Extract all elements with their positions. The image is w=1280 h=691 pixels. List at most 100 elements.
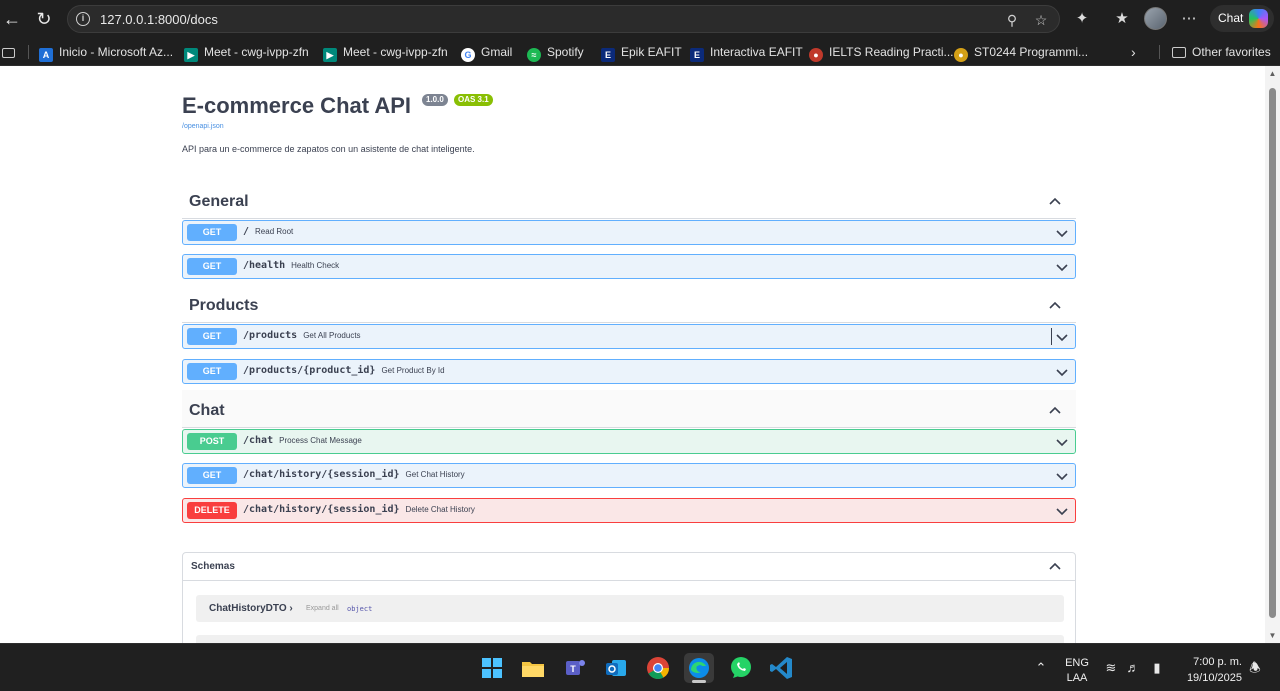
volume-icon[interactable]: ♬	[1125, 660, 1141, 676]
path-text: /products/{product_id}	[243, 365, 376, 376]
site-info-icon[interactable]: i	[76, 12, 90, 26]
url-text[interactable]: 127.0.0.1:8000/docs	[100, 12, 218, 27]
scroll-thumb[interactable]	[1269, 88, 1276, 618]
copilot-chat-button[interactable]: Chat	[1210, 5, 1274, 32]
operation-get-product-by-id[interactable]: GET /products/{product_id} Get Product By…	[182, 359, 1076, 384]
chevron-down-icon[interactable]	[1055, 226, 1069, 240]
operation-get-products[interactable]: GET /products Get All Products	[182, 324, 1076, 349]
tag-name: Products	[189, 297, 259, 314]
bookmark-meet-1[interactable]: ▶ Meet - cwg-ivpp-zfn	[184, 43, 309, 62]
tray-overflow-chevron-icon[interactable]: ⌃	[1033, 660, 1049, 676]
outlook-icon[interactable]	[601, 653, 631, 683]
schema-row[interactable]: ChatHistoryDTO › Expand all object	[196, 595, 1064, 622]
operation-summary: Get All Products	[303, 331, 361, 340]
openapi-json-link[interactable]: /openapi.json	[182, 123, 224, 130]
path-text: /chat	[243, 435, 274, 446]
chevron-down-icon[interactable]	[1055, 435, 1069, 449]
operation-summary: Get Product By Id	[381, 366, 445, 375]
azure-icon: A	[39, 48, 53, 62]
tag-general[interactable]: General	[182, 181, 1076, 219]
operation-get-root[interactable]: GET / Read Root	[182, 220, 1076, 245]
bookmark-ielts[interactable]: ● IELTS Reading Practi...	[809, 43, 954, 62]
refresh-button[interactable]: ↻	[32, 7, 56, 31]
bookmark-separator	[1159, 45, 1160, 59]
divider	[1051, 328, 1052, 345]
address-bar[interactable]: i 127.0.0.1:8000/docs ⚲ ☆	[67, 5, 1060, 33]
file-explorer-icon[interactable]	[518, 653, 548, 683]
wifi-icon[interactable]: ≋	[1103, 660, 1119, 676]
tag-products[interactable]: Products	[182, 285, 1076, 323]
tag-chat[interactable]: Chat	[182, 390, 1076, 428]
language-indicator[interactable]: ENG	[1064, 657, 1090, 669]
bookmark-label: Spotify	[547, 45, 584, 59]
bookmark-separator	[28, 45, 29, 59]
more-options-icon[interactable]: ⋯	[1178, 8, 1200, 30]
scroll-down-icon[interactable]: ▼	[1268, 631, 1277, 640]
bookmark-azure[interactable]: A Inicio - Microsoft Az...	[39, 43, 173, 62]
schema-name: ChatHistoryDTO ›	[209, 603, 293, 614]
path-text: /	[243, 226, 250, 237]
chevron-down-icon[interactable]	[1055, 504, 1069, 518]
method-badge: GET	[187, 328, 237, 345]
bookmark-label: Interactiva EAFIT	[710, 45, 803, 59]
schemas-title: Schemas	[191, 561, 235, 572]
vertical-scrollbar[interactable]: ▲ ▼	[1265, 66, 1280, 643]
bookmark-label: Gmail	[481, 45, 513, 59]
chevron-down-icon[interactable]	[1055, 469, 1069, 483]
operation-get-chat-history[interactable]: GET /chat/history/{session_id} Get Chat H…	[182, 463, 1076, 488]
bookmarks-bar: A Inicio - Microsoft Az... ▶ Meet - cwg-iv…	[0, 37, 1280, 66]
vscode-icon[interactable]	[767, 653, 797, 683]
scroll-up-icon[interactable]: ▲	[1268, 69, 1277, 78]
clock-time[interactable]: 7:00 p. m.	[1176, 656, 1242, 668]
bookmark-meet-2[interactable]: ▶ Meet - cwg-ivpp-zfn	[323, 43, 448, 62]
bookmark-label: ST0244 Programmi...	[974, 45, 1089, 59]
bookmark-interactiva-eafit[interactable]: E Interactiva EAFIT	[690, 43, 803, 62]
extensions-icon[interactable]: ✦	[1071, 8, 1093, 30]
api-title: E-commerce Chat API	[182, 93, 412, 118]
edge-icon[interactable]	[684, 653, 714, 683]
schema-type: object	[347, 605, 373, 613]
bookmark-epik-eafit[interactable]: E Epik EAFIT	[601, 43, 682, 62]
operation-path: /chat/history/{session_id} Get Chat Histo…	[243, 469, 465, 480]
path-text: /chat/history/{session_id}	[243, 469, 400, 480]
whatsapp-icon[interactable]	[726, 653, 756, 683]
operation-get-health[interactable]: GET /health Health Check	[182, 254, 1076, 279]
copilot-icon	[1249, 9, 1268, 28]
notification-bell-icon[interactable]: 🕭	[1247, 660, 1263, 676]
browser-toolbar: ← ↻ i 127.0.0.1:8000/docs ⚲ ☆ ✦ ★ ⋯ Chat	[0, 0, 1280, 37]
method-badge: GET	[187, 467, 237, 484]
bookmark-spotify[interactable]: ≈ Spotify	[527, 43, 584, 62]
bookmark-label: IELTS Reading Practi...	[829, 45, 954, 59]
operation-path: /products Get All Products	[243, 330, 361, 341]
operation-delete-chat-history[interactable]: DELETE /chat/history/{session_id} Delete …	[182, 498, 1076, 523]
chrome-icon[interactable]	[643, 653, 673, 683]
windows-start-icon[interactable]	[477, 653, 507, 683]
profile-avatar[interactable]	[1144, 7, 1167, 30]
battery-icon[interactable]: ▮	[1149, 660, 1165, 676]
teams-icon[interactable]: T	[560, 653, 590, 683]
clock-date[interactable]: 19/10/2025	[1176, 672, 1242, 684]
chevron-down-icon[interactable]	[1055, 330, 1069, 344]
other-favorites[interactable]: Other favorites	[1172, 43, 1271, 61]
copilot-chat-label: Chat	[1218, 11, 1244, 25]
tag-name: Chat	[189, 402, 225, 419]
bookmarks-overflow-chevron-icon[interactable]: ›	[1131, 43, 1136, 61]
favorites-icon[interactable]: ★	[1111, 8, 1133, 30]
chevron-down-icon[interactable]	[1055, 260, 1069, 274]
path-text: /products	[243, 330, 298, 341]
keyboard-layout-indicator[interactable]: LAA	[1064, 672, 1090, 684]
back-button[interactable]: ←	[0, 7, 24, 31]
google-meet-icon: ▶	[323, 48, 337, 62]
chevron-down-icon[interactable]	[1055, 365, 1069, 379]
favorite-star-icon[interactable]: ☆	[1032, 11, 1050, 29]
schema-row[interactable]	[196, 635, 1064, 643]
bookmark-label: Meet - cwg-ivpp-zfn	[204, 45, 309, 59]
tab-actions-icon[interactable]	[2, 43, 21, 61]
schemas-header[interactable]: Schemas	[183, 553, 1075, 581]
zoom-icon[interactable]: ⚲	[1003, 11, 1021, 29]
operation-post-chat[interactable]: POST /chat Process Chat Message	[182, 429, 1076, 454]
bookmark-st0244[interactable]: ● ST0244 Programmi...	[954, 43, 1089, 62]
expand-all-link[interactable]: Expand all	[306, 605, 339, 612]
bookmark-gmail[interactable]: G Gmail	[461, 43, 513, 62]
oas-badge: OAS 3.1	[454, 94, 493, 106]
